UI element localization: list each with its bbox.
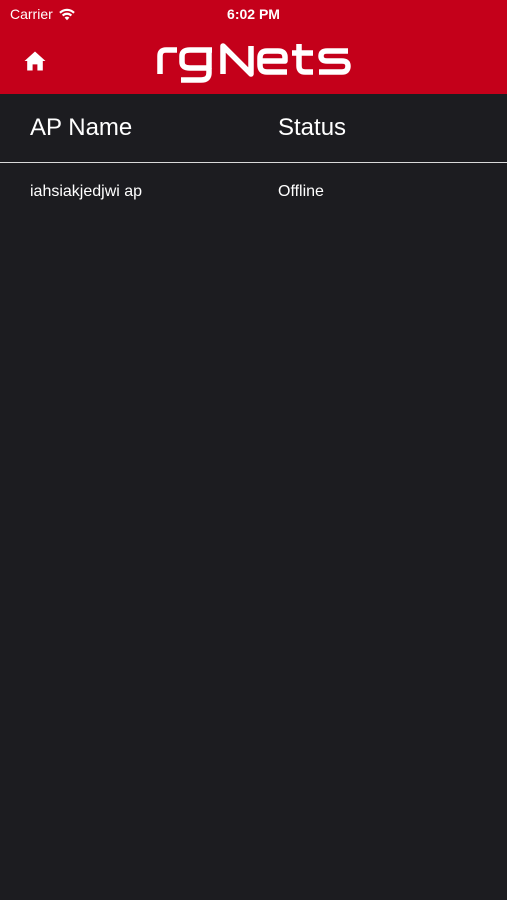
status-bar: Carrier 6:02 PM [0,0,507,28]
home-button[interactable] [20,46,50,76]
home-icon [24,51,46,71]
rgnets-logo [157,43,351,83]
column-header-ap-name: AP Name [30,114,133,141]
clock: 6:02 PM [227,6,280,22]
ap-status-cell: Offline [278,183,324,200]
column-header-status: Status [278,114,347,141]
nav-bar [0,28,507,94]
table-row[interactable]: iahsiakjedjwi ap Offline [0,163,507,221]
table-header: AP Name Status [0,94,507,163]
app-header: Carrier 6:02 PM [0,0,507,94]
ap-name-cell: iahsiakjedjwi ap [30,183,143,200]
